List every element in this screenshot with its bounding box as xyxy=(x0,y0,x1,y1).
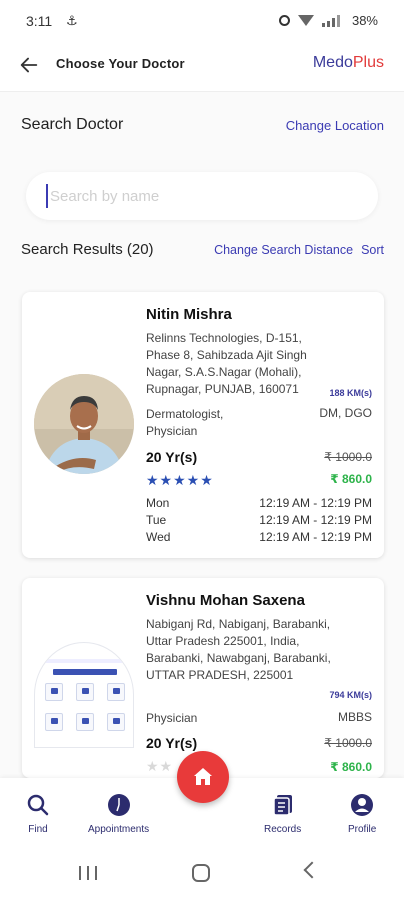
doctor-specialization: Physician xyxy=(146,711,198,725)
doctor-name: Vishnu Mohan Saxena xyxy=(146,592,305,609)
nav-appointments-label: Appointments xyxy=(88,824,150,835)
schedule-day: Tue xyxy=(146,513,167,527)
schedule-time: 12:19 AM - 12:19 PM xyxy=(259,513,372,527)
discounted-fee: ₹ 860.0 xyxy=(330,760,372,774)
status-indicators: 38% xyxy=(278,13,378,28)
app-header: Choose Your Doctor MedoPlus xyxy=(0,42,404,92)
schedule-row: Mon 12:19 AM - 12:19 PM xyxy=(146,496,372,510)
doctor-experience: 20 Yr(s) xyxy=(146,735,198,751)
brand-name-part1: Medo xyxy=(312,54,353,71)
search-section-title: Search Doctor xyxy=(21,116,124,133)
nav-records[interactable]: Records xyxy=(264,792,301,835)
status-time: 3:11 xyxy=(26,13,53,29)
back-arrow-icon[interactable] xyxy=(18,54,40,76)
rating-stars-empty: ★★ xyxy=(146,758,174,774)
doctor-avatar xyxy=(34,642,134,748)
sort-link[interactable]: Sort xyxy=(361,243,384,257)
battery-level: 38% xyxy=(351,13,378,28)
doctor-distance: 794 KM(s) xyxy=(329,690,372,700)
recent-apps-icon[interactable] xyxy=(79,866,97,880)
search-icon xyxy=(27,794,49,816)
nav-find-label: Find xyxy=(28,824,48,835)
brand-name-part2: Plus xyxy=(352,54,384,71)
schedule-day: Wed xyxy=(146,530,171,544)
doctor-address: Nabiganj Rd, Nabiganj, Barabanki, Uttar … xyxy=(146,617,331,682)
doctor-card[interactable]: Vishnu Mohan Saxena Nabiganj Rd, Nabigan… xyxy=(22,578,384,778)
doctor-name: Nitin Mishra xyxy=(146,306,232,323)
notification-icon: ⚓ xyxy=(66,13,78,28)
doctor-degree: MBBS xyxy=(337,710,372,724)
records-icon xyxy=(272,795,292,816)
nav-appointments[interactable]: Appointments xyxy=(88,792,149,835)
schedule-row: Tue 12:19 AM - 12:19 PM xyxy=(146,513,372,527)
schedule-time: 12:19 AM - 12:19 PM xyxy=(259,530,372,544)
search-input[interactable] xyxy=(46,184,346,208)
status-bar: 3:11 ⚓ 38% xyxy=(0,0,404,42)
doctor-distance: 188 KM(s) xyxy=(329,388,372,398)
wifi-icon xyxy=(297,15,314,26)
discounted-fee: ₹ 860.0 xyxy=(330,472,372,486)
system-navigation-bar xyxy=(0,844,404,900)
schedule-day: Mon xyxy=(146,496,170,510)
nav-find[interactable]: Find xyxy=(25,792,51,835)
doctor-card[interactable]: Nitin Mishra Relinns Technologies, D-151… xyxy=(22,292,384,558)
original-fee: ₹ 1000.0 xyxy=(324,736,372,750)
rating-stars: ★★ xyxy=(146,758,173,775)
results-actions: Change Search Distance Sort xyxy=(214,243,384,257)
doctor-specialization: Dermatologist, Physician xyxy=(146,407,224,438)
signal-icon xyxy=(321,14,340,27)
system-home-icon[interactable] xyxy=(192,864,210,882)
change-location-link[interactable]: Change Location xyxy=(286,118,384,133)
nav-profile[interactable]: Profile xyxy=(348,792,376,835)
brand-logo: MedoPlus xyxy=(313,54,384,72)
search-box[interactable] xyxy=(26,172,378,220)
doctor-avatar xyxy=(34,374,134,474)
doctor-address: Relinns Technologies, D-151, Phase 8, Sa… xyxy=(146,331,307,396)
home-button[interactable] xyxy=(177,751,229,803)
results-title: Search Results (20) xyxy=(21,241,154,258)
doctor-degree: DM, DGO xyxy=(319,406,372,420)
nav-profile-label: Profile xyxy=(348,824,377,835)
page-title: Choose Your Doctor xyxy=(56,56,185,71)
nav-records-label: Records xyxy=(264,824,302,835)
alarm-icon xyxy=(278,15,290,26)
schedule-row: Wed 12:19 AM - 12:19 PM xyxy=(146,530,372,544)
original-fee: ₹ 1000.0 xyxy=(324,450,372,464)
appointments-icon xyxy=(107,794,130,816)
home-icon xyxy=(194,768,212,785)
system-back-icon[interactable] xyxy=(303,861,321,879)
doctor-experience: 20 Yr(s) xyxy=(146,449,198,465)
schedule-time: 12:19 AM - 12:19 PM xyxy=(259,496,372,510)
app-screenshot-image xyxy=(35,643,133,747)
rating-stars: ★★★★★ xyxy=(146,472,214,488)
profile-icon xyxy=(351,794,374,816)
change-distance-link[interactable]: Change Search Distance xyxy=(214,243,353,257)
